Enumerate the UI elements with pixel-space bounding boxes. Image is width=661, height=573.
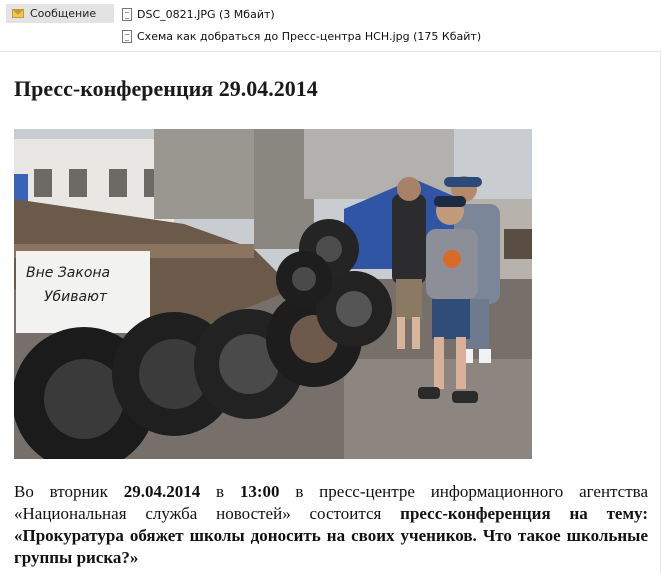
attachment-map[interactable]: Схема как добраться до Пресс-центра НСН.… — [122, 27, 481, 45]
message-tab[interactable]: Сообщение — [6, 4, 114, 23]
file-icon — [122, 7, 132, 21]
attachments-bar: Сообщение DSC_0821.JPG (3 Мбайт) Схема к… — [0, 0, 661, 50]
envelope-icon — [12, 9, 24, 18]
file-icon — [122, 29, 132, 43]
body-date: 29.04.2014 — [123, 482, 201, 501]
sign-text-line2: Убивают — [44, 289, 108, 305]
press-photo: Вне Закона Убивают — [14, 129, 532, 459]
attachment-dsc0821[interactable]: DSC_0821.JPG (3 Мбайт) — [122, 5, 275, 23]
attachment-label: DSC_0821.JPG (3 Мбайт) — [137, 7, 275, 21]
body-text-intro: Во вторник — [14, 482, 124, 501]
email-title: Пресс-конференция 29.04.2014 — [14, 76, 318, 101]
body-text-in: в — [200, 482, 240, 501]
email-body-paragraph: Во вторник 29.04.2014 в 13:00 в пресс-це… — [14, 481, 648, 569]
message-tab-label: Сообщение — [30, 7, 97, 20]
attachment-label: Схема как добраться до Пресс-центра НСН.… — [137, 29, 482, 43]
sign-text-line1: Вне Закона — [26, 265, 110, 281]
body-time: 13:00 — [239, 482, 280, 501]
